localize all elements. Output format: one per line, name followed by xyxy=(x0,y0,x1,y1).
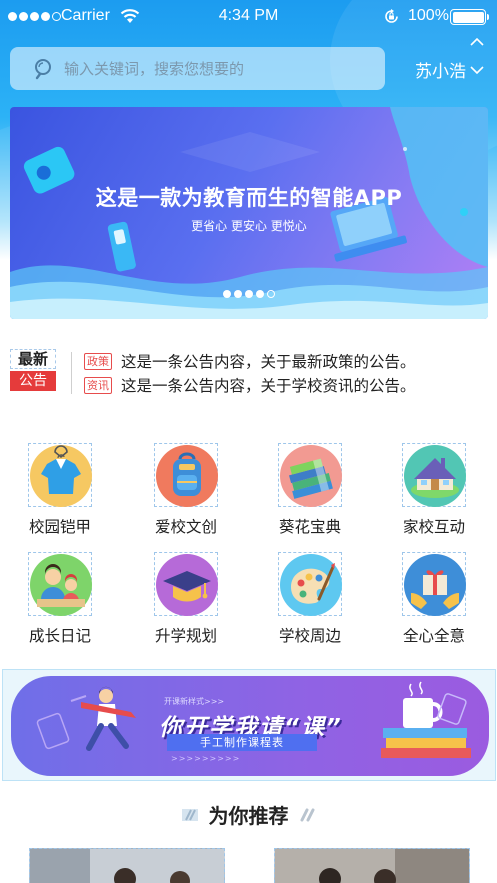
city-name: 苏小浩 xyxy=(415,62,466,82)
notice-tag: 政策 xyxy=(84,352,112,370)
slash-decor-icon xyxy=(300,808,314,821)
chevron-up-icon xyxy=(470,38,484,46)
recommend-title: 为你推荐 xyxy=(208,804,289,828)
promo-banner[interactable]: 开课新样式>>> 你开学我请“课” 手工制作课程表 >>>>>>>>> xyxy=(2,669,496,781)
promo-pill: 手工制作课程表 xyxy=(167,734,317,751)
grid-item-backpack[interactable]: 爱校文创 xyxy=(131,443,241,537)
grid-item-label: 爱校文创 xyxy=(154,518,217,536)
recommend-card[interactable] xyxy=(29,848,225,883)
news-label-bottom: 公告 xyxy=(10,371,56,391)
status-bar: Carrier 4:34 PM 100% xyxy=(0,0,497,34)
notice-tag: 资讯 xyxy=(84,376,112,394)
grid-item-house[interactable]: 家校互动 xyxy=(379,443,489,537)
parent-child-icon xyxy=(28,552,92,616)
carousel-dot[interactable] xyxy=(245,290,253,298)
battery-icon xyxy=(450,9,489,25)
battery-percent: 100% xyxy=(408,7,449,24)
recommend-header: 为你推荐 xyxy=(0,800,497,829)
banner-headline: 这是一款为教育而生的智能APP xyxy=(95,186,403,210)
grid-item-school-nearby[interactable]: 学校周边 xyxy=(255,552,365,646)
books-icon xyxy=(278,443,342,507)
news-label-top: 最新 xyxy=(10,349,56,369)
hero-banner[interactable]: 这是一款为教育而生的智能APP 更省心 更安心 更悦心 xyxy=(10,107,488,319)
banner-subline: 更省心 更安心 更悦心 xyxy=(191,219,307,233)
grid-item-growth-diary[interactable]: 成长日记 xyxy=(5,552,115,646)
divider xyxy=(71,352,72,394)
orientation-lock-icon xyxy=(383,8,400,30)
grid-item-label: 校园铠甲 xyxy=(28,518,91,536)
grid-item-label: 升学规划 xyxy=(154,627,217,645)
promo-banner-inner: 开课新样式>>> 你开学我请“课” 手工制作课程表 >>>>>>>>> xyxy=(11,676,489,776)
carousel-dot[interactable] xyxy=(256,290,264,298)
grid-item-label: 葵花宝典 xyxy=(278,518,341,536)
grid-item-label: 学校周边 xyxy=(278,627,341,645)
notice-text: 这是一条公告内容，关于最新政策的公告。 xyxy=(121,353,416,371)
carousel-dot[interactable] xyxy=(223,290,231,298)
grid-item-wholehearted[interactable]: 全心全意 xyxy=(379,552,489,646)
notice-item[interactable]: 政策 这是一条公告内容，关于最新政策的公告。 xyxy=(84,352,416,371)
gift-hands-icon xyxy=(402,552,466,616)
banner-illustration xyxy=(10,107,488,319)
search-icon xyxy=(35,58,51,79)
chevron-down-icon xyxy=(470,65,484,74)
notice-item[interactable]: 资讯 这是一条公告内容，关于学校资讯的公告。 xyxy=(84,376,416,395)
carousel-dot-active[interactable] xyxy=(267,290,275,298)
city-selector[interactable]: 苏小浩 xyxy=(415,57,484,82)
notice-text: 这是一条公告内容，关于学校资讯的公告。 xyxy=(121,377,416,395)
grid-item-label: 全心全意 xyxy=(402,627,465,645)
house-icon xyxy=(402,443,466,507)
grid-item-label: 家校互动 xyxy=(402,518,465,536)
home-screen: Carrier 4:34 PM 100% 输入关键词，搜索您想要的 苏小浩 这是… xyxy=(0,0,497,883)
news-label: 最新 公告 xyxy=(10,349,58,391)
carousel-dot[interactable] xyxy=(234,290,242,298)
palette-icon xyxy=(278,552,342,616)
recommend-card-image xyxy=(275,849,469,883)
search-bar[interactable]: 输入关键词，搜索您想要的 xyxy=(10,47,385,90)
search-placeholder: 输入关键词，搜索您想要的 xyxy=(64,60,245,78)
school-uniform-icon xyxy=(28,443,92,507)
grid-item-school-uniform[interactable]: 校园铠甲 xyxy=(5,443,115,537)
backpack-icon xyxy=(154,443,218,507)
slash-decor-icon xyxy=(181,808,198,821)
promo-arrows: >>>>>>>>> xyxy=(171,754,241,763)
recommend-card[interactable] xyxy=(274,848,470,883)
recommend-card-image xyxy=(30,849,224,883)
grid-item-education-plan[interactable]: 升学规划 xyxy=(131,552,241,646)
graduation-cap-icon xyxy=(154,552,218,616)
grid-item-label: 成长日记 xyxy=(28,627,91,645)
promo-small-text: 开课新样式>>> xyxy=(164,697,225,706)
grid-item-books[interactable]: 葵花宝典 xyxy=(255,443,365,537)
carousel-dots[interactable] xyxy=(10,290,488,298)
